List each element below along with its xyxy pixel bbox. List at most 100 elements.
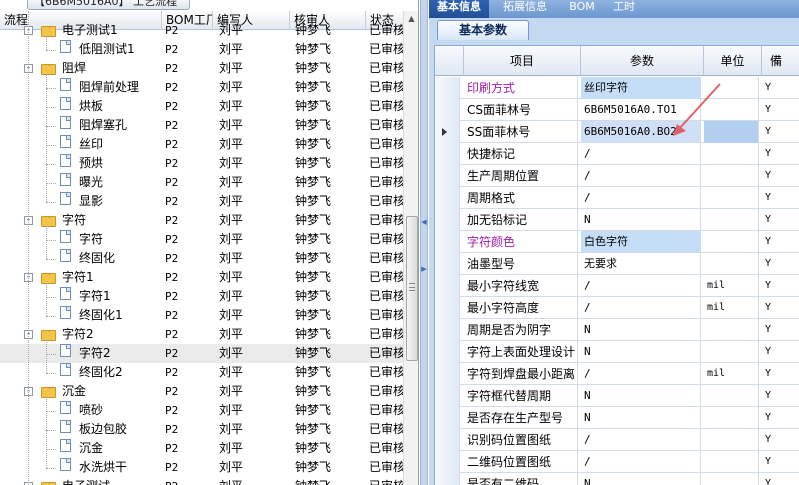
tree-node-label[interactable]: 字符1	[79, 287, 161, 306]
param-unit-cell[interactable]	[704, 429, 759, 451]
param-value-cell[interactable]: N	[581, 385, 701, 407]
header-item[interactable]: 项目	[464, 46, 581, 76]
tree-step-row[interactable]: 终固化1 P2 刘平 钟梦飞 已审核	[0, 306, 405, 325]
param-unit-cell[interactable]	[704, 319, 759, 341]
row-selector[interactable]	[435, 209, 460, 231]
tree-node-label[interactable]: 电子测试	[62, 477, 160, 485]
tree-step-row[interactable]: 阻焊前处理 P2 刘平 钟梦飞 已审核	[0, 78, 405, 97]
row-selector[interactable]	[435, 407, 460, 429]
param-value-cell[interactable]: N	[581, 209, 701, 231]
panel-splitter[interactable]: ◀ ▶	[420, 0, 428, 485]
param-unit-cell[interactable]	[704, 143, 759, 165]
param-unit-cell[interactable]	[704, 231, 759, 253]
tab-basic-info[interactable]: 基本信息	[429, 0, 489, 18]
tree-node-label[interactable]: 终固化2	[79, 363, 161, 382]
tree-group-row[interactable]: - 字符2 P2 刘平 钟梦飞 已审核	[0, 325, 405, 344]
param-unit-cell[interactable]	[704, 165, 759, 187]
tree-step-row[interactable]: 喷砂 P2 刘平 钟梦飞 已审核	[0, 401, 405, 420]
tree-step-row[interactable]: 预烘 P2 刘平 钟梦飞 已审核	[0, 154, 405, 173]
param-value-cell[interactable]: 白色字符	[581, 231, 701, 253]
tree-step-row[interactable]: 终固化2 P2 刘平 钟梦飞 已审核	[0, 363, 405, 382]
tree-step-row[interactable]: 字符 P2 刘平 钟梦飞 已审核	[0, 230, 405, 249]
tree-step-row[interactable]: 板边包胶 P2 刘平 钟梦飞 已审核	[0, 420, 405, 439]
tree-node-label[interactable]: 板边包胶	[79, 420, 161, 439]
param-value-cell[interactable]: 丝印字符	[581, 77, 701, 99]
tree-step-row[interactable]: 烘板 P2 刘平 钟梦飞 已审核	[0, 97, 405, 116]
row-selector[interactable]	[435, 99, 460, 121]
tree-node-label[interactable]: 字符	[62, 211, 160, 230]
tree-step-row[interactable]: 字符2 P2 刘平 钟梦飞 已审核	[0, 344, 405, 363]
tree-node-label[interactable]: 字符2	[79, 344, 161, 363]
param-row[interactable]: 快捷标记 / Y	[435, 143, 799, 165]
param-unit-cell[interactable]: mil	[704, 297, 759, 319]
param-unit-cell[interactable]	[704, 407, 759, 429]
tree-group-row[interactable]: -电子测试P2刘平钟梦飞已审核	[0, 477, 405, 485]
tree-step-row[interactable]: 阻焊塞孔 P2 刘平 钟梦飞 已审核	[0, 116, 405, 135]
tree-node-label[interactable]: 字符2	[62, 325, 160, 344]
param-value-cell[interactable]: N	[581, 319, 701, 341]
tree-step-row[interactable]: 低阻测试1 P2 刘平 钟梦飞 已审核	[0, 40, 405, 59]
row-selector[interactable]	[435, 473, 460, 485]
param-row[interactable]: 印刷方式 丝印字符 Y	[435, 77, 799, 99]
param-row[interactable]: 是否存在生产型号 N Y	[435, 407, 799, 429]
header-unit[interactable]: 单位	[704, 46, 762, 76]
param-unit-cell[interactable]: mil	[704, 363, 759, 385]
tree-node-label[interactable]: 沉金	[79, 439, 161, 458]
param-row[interactable]: 生产周期位置 / Y	[435, 165, 799, 187]
param-value-cell[interactable]: /	[581, 363, 701, 385]
param-unit-cell[interactable]: mil	[704, 275, 759, 297]
param-value-cell[interactable]: /	[581, 143, 701, 165]
param-row[interactable]: 周期格式 / Y	[435, 187, 799, 209]
param-row[interactable]: 周期是否为阴字 N Y	[435, 319, 799, 341]
scrollbar-thumb[interactable]	[406, 216, 418, 361]
param-row[interactable]: 最小字符线宽 / mil Y	[435, 275, 799, 297]
tree-node-label[interactable]: 预烘	[79, 154, 161, 173]
tree-group-row[interactable]: - 字符 P2 刘平 钟梦飞 已审核	[0, 211, 405, 230]
tab-bom[interactable]: BOM	[563, 0, 601, 18]
row-selector[interactable]	[435, 319, 460, 341]
tree-node-label[interactable]: 喷砂	[79, 401, 161, 420]
param-row[interactable]: CS面菲林号 6B6M5016A0.TO1 Y	[435, 99, 799, 121]
tree-node-label[interactable]: 电子测试1	[62, 21, 160, 40]
param-unit-cell[interactable]	[704, 209, 759, 231]
scroll-up-icon[interactable]: ▲	[406, 13, 417, 25]
current-row-indicator-icon[interactable]	[435, 121, 460, 143]
tree-node-label[interactable]: 烘板	[79, 97, 161, 116]
param-value-cell[interactable]: /	[581, 429, 701, 451]
param-row[interactable]: 字符颜色 白色字符 Y	[435, 231, 799, 253]
param-row[interactable]: 字符上表面处理设计 N Y	[435, 341, 799, 363]
tree-step-row[interactable]: 丝印 P2 刘平 钟梦飞 已审核	[0, 135, 405, 154]
tree-group-row[interactable]: - 电子测试1 P2 刘平 钟梦飞 已审核	[0, 21, 405, 40]
param-value-cell[interactable]: 无要求	[581, 253, 701, 275]
tree-step-row[interactable]: 水洗烘干 P2 刘平 钟梦飞 已审核	[0, 458, 405, 477]
row-selector[interactable]	[435, 187, 460, 209]
param-row[interactable]: 加无铅标记 N Y	[435, 209, 799, 231]
tree-node-label[interactable]: 终固化	[79, 249, 161, 268]
param-unit-cell[interactable]	[704, 341, 759, 363]
param-value-cell[interactable]: /	[581, 187, 701, 209]
row-selector[interactable]	[435, 297, 460, 319]
row-selector[interactable]	[435, 253, 460, 275]
row-selector[interactable]	[435, 385, 460, 407]
tree-node-label[interactable]: 曝光	[79, 173, 161, 192]
tree-step-row[interactable]: 曝光 P2 刘平 钟梦飞 已审核	[0, 173, 405, 192]
process-flow-tab[interactable]: 【6B6M5016A0】 工艺流程	[27, 0, 190, 10]
row-selector[interactable]	[435, 275, 460, 297]
row-selector[interactable]	[435, 429, 460, 451]
row-selector[interactable]	[435, 341, 460, 363]
param-value-cell[interactable]: N	[581, 473, 701, 485]
tree-step-row[interactable]: 字符1 P2 刘平 钟梦飞 已审核	[0, 287, 405, 306]
param-unit-cell[interactable]	[704, 99, 759, 121]
tree-node-label[interactable]: 阻焊	[62, 59, 160, 78]
param-row[interactable]: 识别码位置图纸 / Y	[435, 429, 799, 451]
tree-group-row[interactable]: - 字符1 P2 刘平 钟梦飞 已审核	[0, 268, 405, 287]
param-row[interactable]: 最小字符高度 / mil Y	[435, 297, 799, 319]
tree-node-label[interactable]: 水洗烘干	[79, 458, 161, 477]
param-unit-cell[interactable]	[704, 77, 759, 99]
param-value-cell[interactable]: /	[581, 165, 701, 187]
param-unit-cell[interactable]	[704, 121, 759, 143]
tree-step-row[interactable]: 终固化 P2 刘平 钟梦飞 已审核	[0, 249, 405, 268]
row-selector[interactable]	[435, 231, 460, 253]
param-value-cell[interactable]: N	[581, 341, 701, 363]
row-selector[interactable]	[435, 143, 460, 165]
